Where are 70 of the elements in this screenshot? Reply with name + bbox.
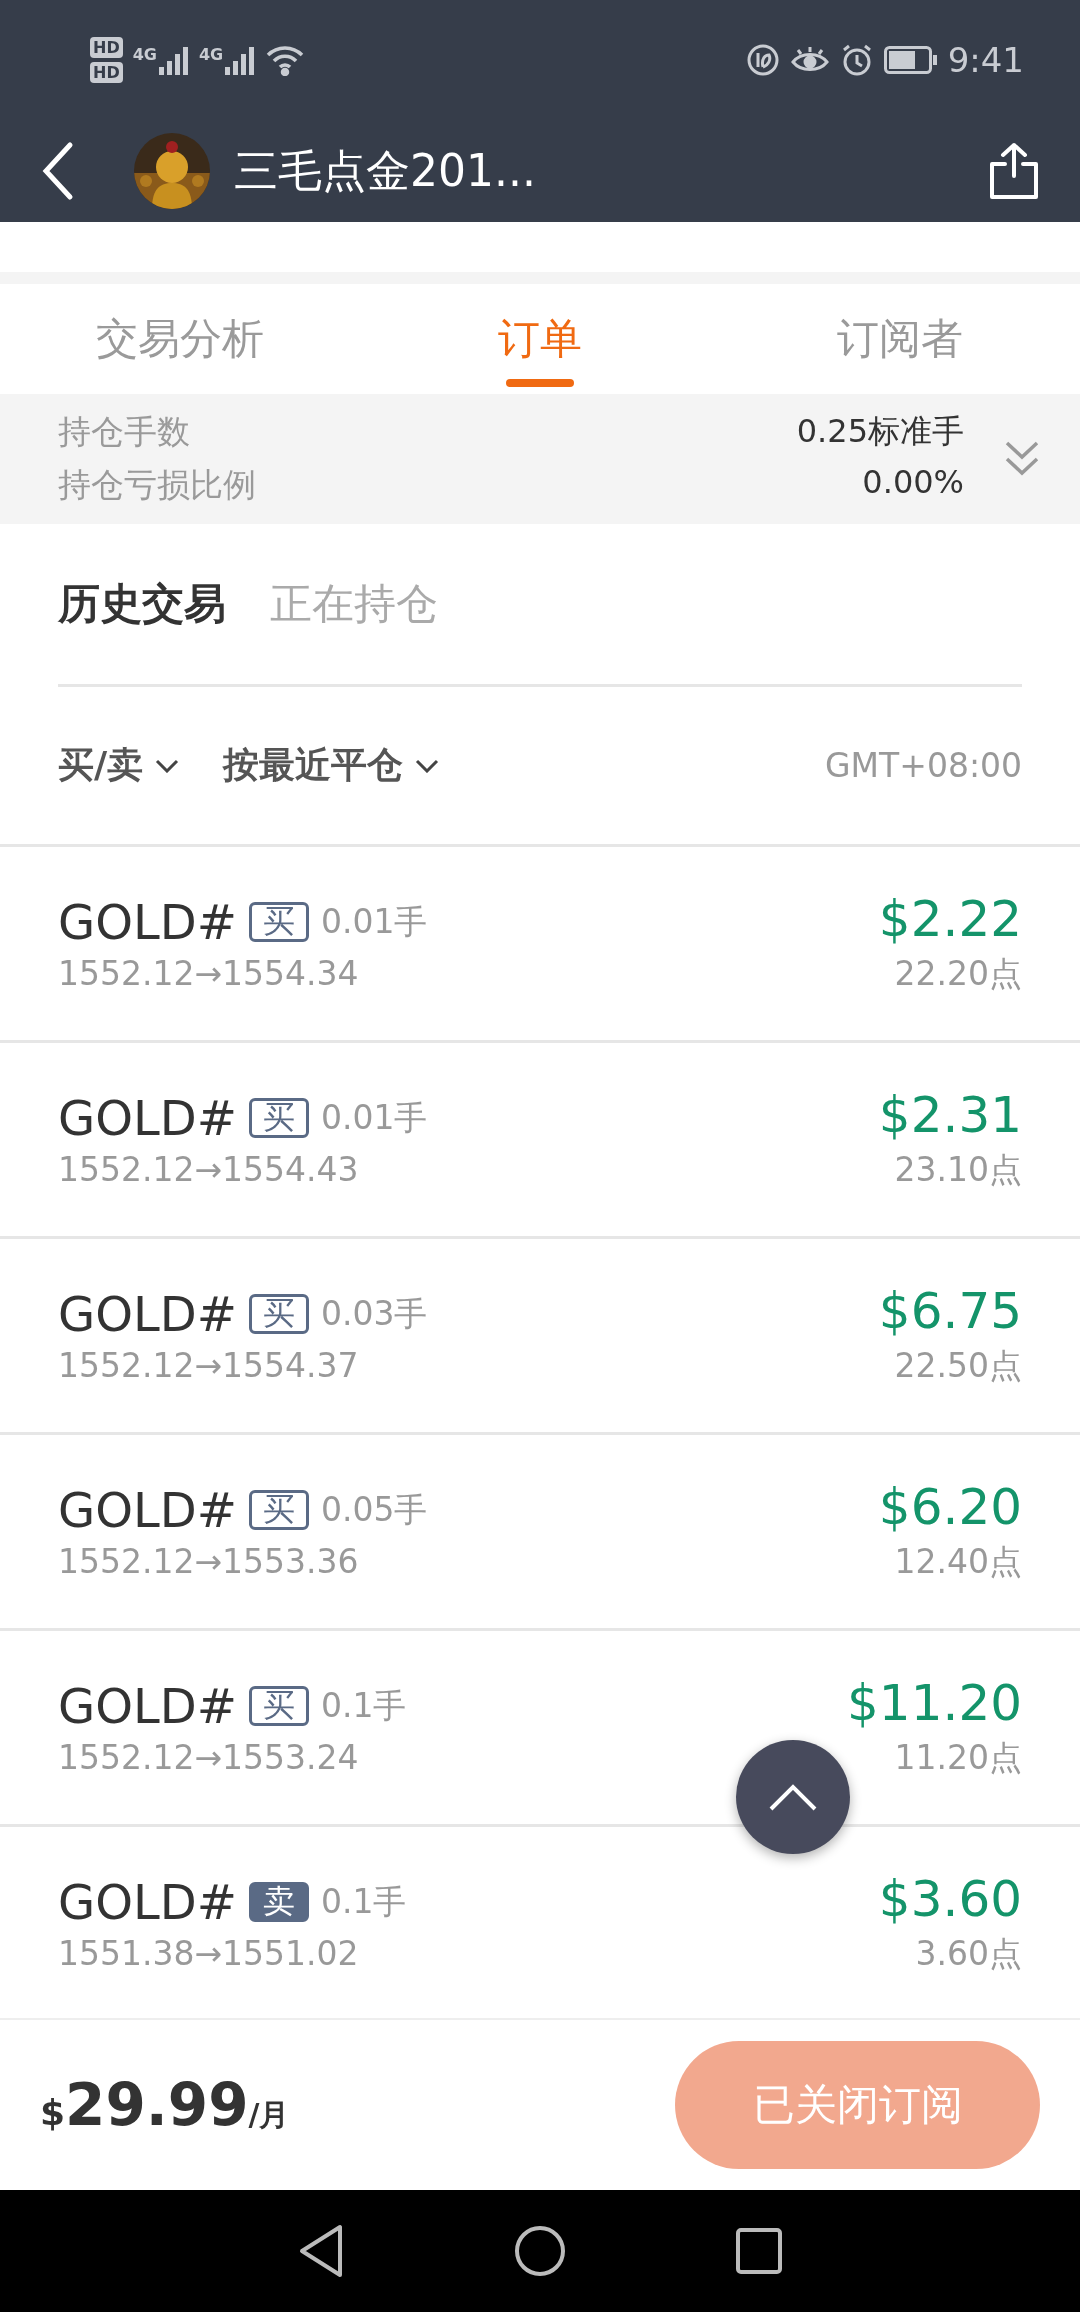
symbol: GOLD# [58,1874,237,1930]
lot-size: 0.1手 [320,1684,407,1727]
points: 22.20点 [894,953,1022,995]
battery-icon [883,46,938,74]
profit: $3.60 [878,1870,1022,1928]
summary-label: 持仓亏损比例 [58,464,256,506]
signal-icon [225,45,256,75]
price-range: 1552.12→1554.37 [58,1346,360,1385]
tab[interactable]: 交易分析 [0,284,360,394]
side-tag: 卖 [248,1882,309,1922]
price-range: 1552.12→1553.36 [58,1542,360,1581]
price-range: 1552.12→1554.43 [58,1150,360,1189]
side-tag: 买 [248,1490,309,1530]
recents-icon[interactable] [736,2228,782,2274]
back-icon[interactable] [298,2223,344,2279]
caret-icon [155,758,180,773]
home-icon[interactable] [514,2225,566,2277]
summary-value: 0.25标准手 [796,411,964,452]
price-range: 1551.38→1551.02 [58,1934,360,1973]
share-icon[interactable] [988,142,1040,200]
tab[interactable]: 订单 [360,284,720,394]
clock: 9:41 [947,40,1024,80]
points: 22.50点 [894,1345,1022,1387]
lot-size: 0.1手 [320,1880,407,1923]
price-period: /月 [248,2097,290,2134]
points: 3.60点 [915,1933,1022,1975]
profit: $2.31 [878,1086,1022,1144]
side-tag: 买 [248,1294,309,1334]
profit: $6.75 [878,1282,1022,1340]
currency-symbol: $ [40,2092,66,2133]
points: 11.20点 [894,1737,1022,1779]
symbol: GOLD# [58,1090,237,1146]
lot-size: 0.03手 [320,1292,428,1335]
lot-size: 0.01手 [320,900,428,943]
points: 23.10点 [894,1149,1022,1191]
price-range: 1552.12→1554.34 [58,954,360,993]
data-saver-icon [745,43,780,77]
timezone-label: GMT+08:00 [825,746,1022,785]
symbol: GOLD# [58,1286,237,1342]
price: 29.99 [65,2071,249,2139]
lot-size: 0.01手 [320,1096,428,1139]
caret-icon [415,758,440,773]
side-tag: 买 [248,902,309,942]
lot-size: 0.05手 [320,1488,428,1531]
side-tag: 买 [248,1686,309,1726]
points: 12.40点 [894,1541,1022,1583]
tab[interactable]: 正在持仓 [270,576,438,632]
price-range: 1552.12→1553.24 [58,1738,360,1777]
symbol: GOLD# [58,1482,237,1538]
profit: $2.22 [878,890,1022,948]
profit: $6.20 [878,1478,1022,1536]
network-type: 4G [132,45,157,64]
symbol: GOLD# [58,894,237,950]
filter-dropdown[interactable]: 按最近平仓 [223,741,440,790]
scroll-top-button[interactable] [736,1740,850,1854]
tab[interactable]: 历史交易 [58,576,226,632]
symbol: GOLD# [58,1678,237,1734]
filter-dropdown[interactable]: 买/卖 [58,741,180,790]
hd-icon: HD [90,62,123,83]
summary-value: 0.00% [862,463,964,503]
hd-icon: HD [90,37,123,58]
network-type: 4G [198,45,224,64]
signal-icon [158,45,189,75]
chevron-up-icon [768,1783,818,1811]
profit: $11.20 [847,1674,1022,1732]
wifi-icon [265,44,306,76]
page-title: 三毛点金201... [234,143,536,198]
side-tag: 买 [248,1098,309,1138]
tab[interactable]: 订阅者 [720,284,1080,394]
summary-label: 持仓手数 [58,411,190,453]
